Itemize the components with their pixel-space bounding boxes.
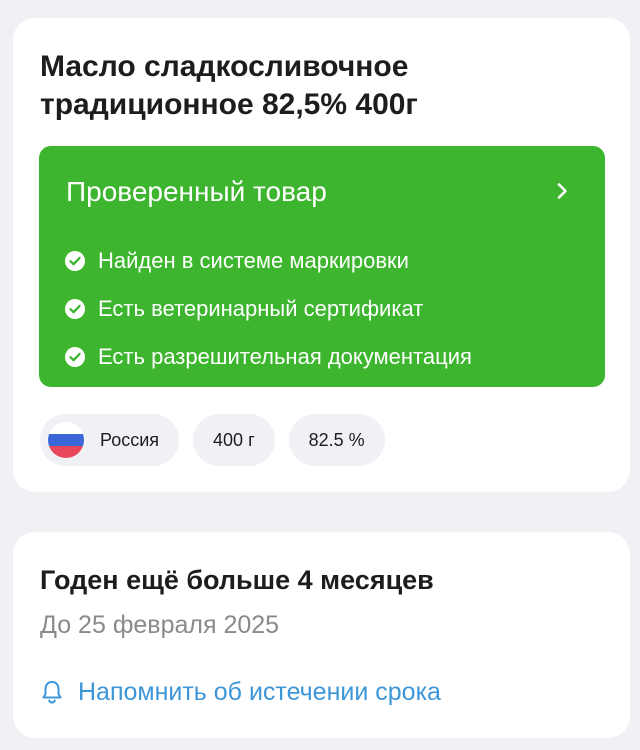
verified-product-panel[interactable]: Проверенный товар Найден в системе марки… [39,146,605,387]
expiry-card: Годен ещё больше 4 месяцев До 25 февраля… [13,532,630,738]
product-attribute-chips: Россия 400 г 82.5 % [40,414,385,466]
verification-item-label: Есть ветеринарный сертификат [98,296,424,321]
check-circle-icon [65,299,85,319]
verification-item-label: Есть разрешительная документация [98,344,472,369]
chevron-right-icon[interactable] [553,182,571,200]
verification-item-label: Найден в системе маркировки [98,248,409,273]
check-circle-icon [65,347,85,367]
russia-flag-icon [48,422,84,458]
check-circle-icon [65,251,85,271]
fat-content-chip[interactable]: 82.5 % [288,414,385,466]
expiry-reminder-label: Напомнить об истечении срока [78,678,441,706]
expiry-date: До 25 февраля 2025 [40,611,280,639]
verified-title: Проверенный товар [66,176,327,207]
country-chip[interactable]: Россия [40,414,180,466]
weight-label: 400 г [213,429,255,450]
product-card: Масло сладкосливочное традиционное 82,5%… [13,18,630,492]
verification-item: Найден в системе маркировки [65,237,472,285]
verification-item: Есть ветеринарный сертификат [65,285,472,333]
weight-chip[interactable]: 400 г [193,414,275,466]
verification-list: Найден в системе маркировки Есть ветерин… [65,237,472,381]
product-title: Масло сладкосливочное традиционное 82,5%… [40,50,418,121]
fat-content-label: 82.5 % [308,429,365,450]
bell-icon [42,681,62,704]
country-label: Россия [100,429,160,450]
verification-item: Есть разрешительная документация [65,333,472,381]
expiry-title: Годен ещё больше 4 месяцев [40,565,434,595]
expiry-reminder-link[interactable]: Напомнить об истечении срока [40,676,441,708]
